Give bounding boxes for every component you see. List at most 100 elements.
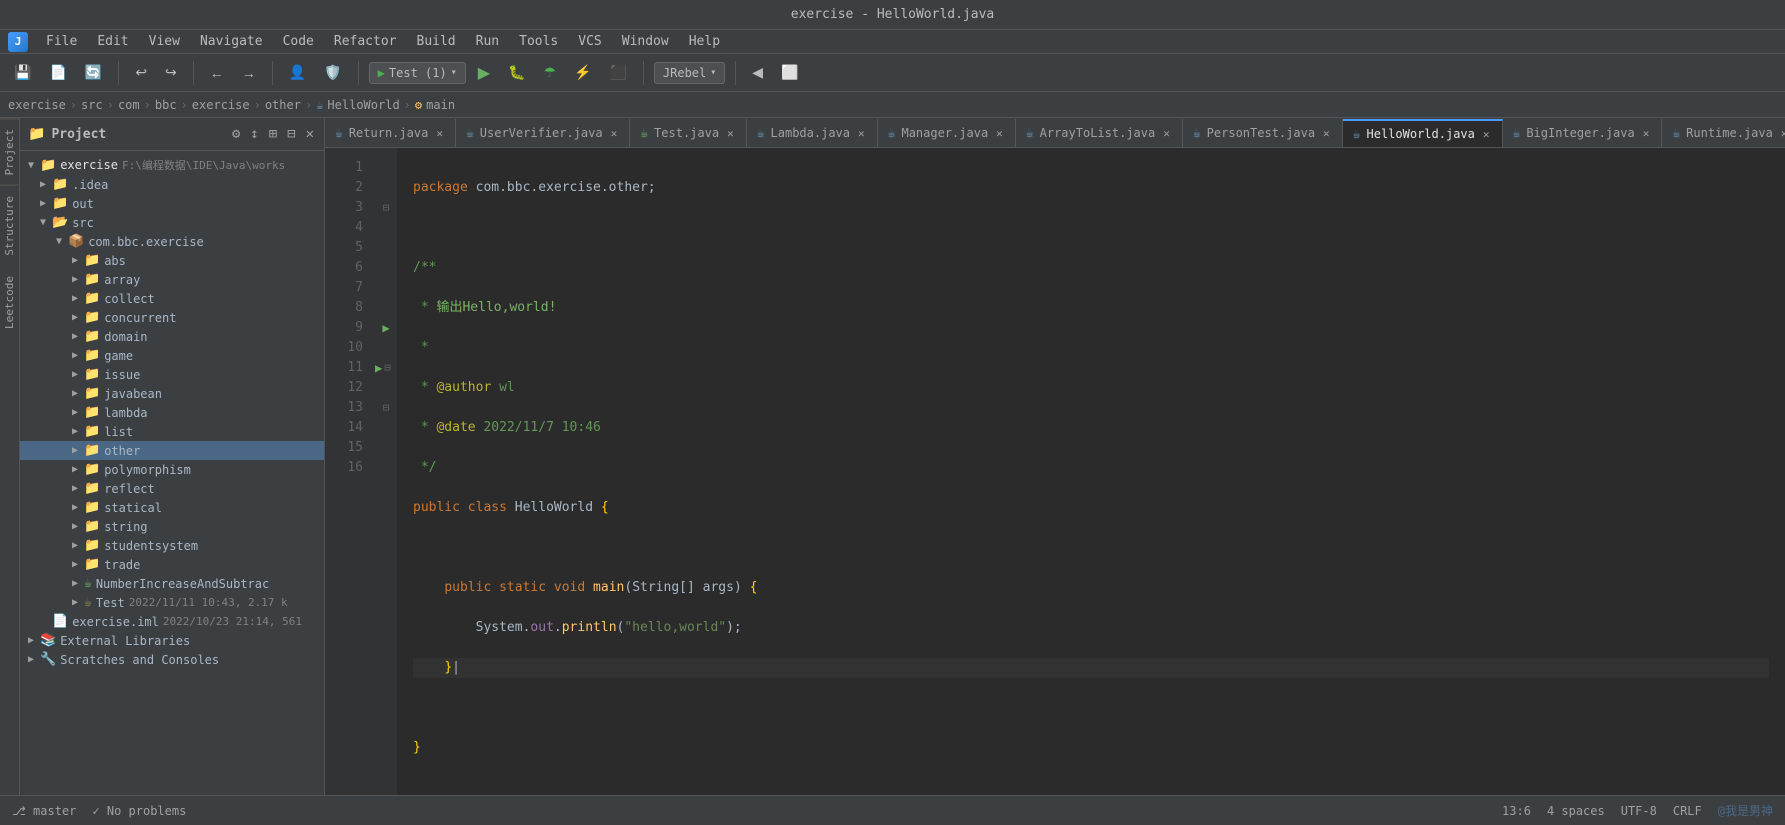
tree-polymorphism[interactable]: ▶ 📁 polymorphism (20, 460, 324, 479)
status-position[interactable]: 13:6 (1502, 804, 1531, 818)
tab-arraytolist-java[interactable]: ☕ ArrayToList.java ✕ (1016, 119, 1183, 147)
debug-button[interactable]: 🐛 (502, 60, 531, 85)
menu-view[interactable]: View (141, 32, 188, 51)
tab-return-java[interactable]: ☕ Return.java ✕ (325, 119, 456, 147)
tab-persontest-close[interactable]: ✕ (1321, 127, 1332, 140)
back-button[interactable]: ← (204, 61, 230, 85)
tree-concurrent[interactable]: ▶ 📁 concurrent (20, 308, 324, 327)
tree-trade[interactable]: ▶ 📁 trade (20, 555, 324, 574)
next-occurrence-button[interactable]: ⬜ (775, 60, 804, 85)
jrebel-dropdown[interactable]: JRebel ▾ (654, 62, 725, 84)
status-indent[interactable]: 4 spaces (1547, 804, 1605, 818)
tab-manager-close[interactable]: ✕ (994, 127, 1005, 140)
leetcode-tab[interactable]: Leetcode (0, 266, 19, 339)
tab-helloworld-java[interactable]: ☕ HelloWorld.java ✕ (1343, 119, 1503, 147)
save-button[interactable]: 💾 (8, 60, 37, 85)
menu-navigate[interactable]: Navigate (192, 32, 271, 51)
tree-list[interactable]: ▶ 📁 list (20, 422, 324, 441)
status-line-separator[interactable]: CRLF (1673, 804, 1702, 818)
bc-bbc[interactable]: bbc (155, 98, 177, 112)
synchronize-button[interactable]: 🔄 (79, 60, 108, 85)
tree-abs[interactable]: ▶ 📁 abs (20, 251, 324, 270)
update-project-button[interactable]: 👤 (283, 60, 312, 85)
menu-tools[interactable]: Tools (511, 32, 566, 51)
tree-test[interactable]: ▶ ☕ Test 2022/11/11 10:43, 2.17 k (20, 593, 324, 612)
bc-src[interactable]: src (81, 98, 103, 112)
redo-button[interactable]: ↪ (159, 60, 183, 85)
tab-test-close[interactable]: ✕ (725, 127, 736, 140)
tab-return-close[interactable]: ✕ (434, 127, 445, 140)
tree-idea[interactable]: ▶ 📁 .idea (20, 175, 324, 194)
forward-button[interactable]: → (236, 61, 262, 85)
structure-tab[interactable]: Structure (0, 185, 19, 266)
project-scroll-icon[interactable]: ↕ (248, 124, 260, 144)
tab-arraytolist-close[interactable]: ✕ (1161, 127, 1172, 140)
status-git[interactable]: ⎇ master (12, 804, 76, 818)
tree-lambda[interactable]: ▶ 📁 lambda (20, 403, 324, 422)
tab-biginteger-close[interactable]: ✕ (1641, 127, 1652, 140)
new-file-button[interactable]: 📄 (43, 60, 72, 85)
bc-exercise2[interactable]: exercise (192, 98, 250, 112)
tree-number-increase[interactable]: ▶ ☕ NumberIncreaseAndSubtrac (20, 574, 324, 593)
menu-edit[interactable]: Edit (89, 32, 136, 51)
tab-biginteger-java[interactable]: ☕ BigInteger.java ✕ (1503, 119, 1663, 147)
project-collapse-icon[interactable]: ⊟ (285, 124, 297, 144)
bc-exercise[interactable]: exercise (8, 98, 66, 112)
undo-button[interactable]: ↩ (129, 60, 153, 85)
project-gear-icon[interactable]: ⚙ (230, 124, 242, 144)
stop-button[interactable]: ⬛ (603, 60, 632, 85)
menu-code[interactable]: Code (275, 32, 322, 51)
run-coverage-button[interactable]: ☂ (537, 60, 562, 85)
tab-helloworld-close[interactable]: ✕ (1481, 128, 1492, 141)
tree-statical[interactable]: ▶ 📁 statical (20, 498, 324, 517)
code-editor[interactable]: 1 2 3 4 5 6 7 8 9 10 11 12 13 14 15 16 (325, 148, 1785, 795)
status-encoding[interactable]: UTF-8 (1621, 804, 1657, 818)
tab-userverifier-java[interactable]: ☕ UserVerifier.java ✕ (456, 119, 630, 147)
tab-runtime-java[interactable]: ☕ Runtime.java ✕ (1662, 119, 1785, 147)
menu-file[interactable]: File (38, 32, 85, 51)
tab-userverifier-close[interactable]: ✕ (609, 127, 620, 140)
project-expand-icon[interactable]: ⊞ (267, 124, 279, 144)
profile-button[interactable]: ⚡ (568, 60, 597, 85)
tree-collect[interactable]: ▶ 📁 collect (20, 289, 324, 308)
prev-occurrence-button[interactable]: ◀ (746, 60, 769, 85)
tree-com-bbc-exercise[interactable]: ▼ 📦 com.bbc.exercise (20, 232, 324, 251)
tree-out[interactable]: ▶ 📁 out (20, 194, 324, 213)
status-problems[interactable]: ✓ No problems (92, 804, 186, 818)
project-close-icon[interactable]: ✕ (304, 124, 316, 144)
project-tab[interactable]: Project (0, 118, 19, 185)
tab-test-java[interactable]: ☕ Test.java ✕ (630, 119, 746, 147)
run-config-dropdown[interactable]: ▶ Test (1) ▾ (369, 62, 466, 84)
tree-studentsystem[interactable]: ▶ 📁 studentsystem (20, 536, 324, 555)
tree-game[interactable]: ▶ 📁 game (20, 346, 324, 365)
tree-exercise-iml[interactable]: ▶ 📄 exercise.iml 2022/10/23 21:14, 561 (20, 612, 324, 631)
bc-other[interactable]: other (265, 98, 301, 112)
tree-javabean[interactable]: ▶ 📁 javabean (20, 384, 324, 403)
tree-issue[interactable]: ▶ 📁 issue (20, 365, 324, 384)
tab-persontest-java[interactable]: ☕ PersonTest.java ✕ (1183, 119, 1343, 147)
tree-external-libs[interactable]: ▶ 📚 External Libraries (20, 631, 324, 650)
bc-helloworld[interactable]: HelloWorld (327, 98, 399, 112)
tree-scratches[interactable]: ▶ 🔧 Scratches and Consoles (20, 650, 324, 669)
code-content[interactable]: package com.bbc.exercise.other; /** * 输出… (397, 148, 1785, 795)
menu-refactor[interactable]: Refactor (326, 32, 405, 51)
menu-vcs[interactable]: VCS (570, 32, 609, 51)
tree-string[interactable]: ▶ 📁 string (20, 517, 324, 536)
tab-runtime-close[interactable]: ✕ (1779, 127, 1785, 140)
tree-exercise-root[interactable]: ▼ 📁 exercise F:\编程数据\IDE\Java\works (20, 155, 324, 175)
tab-manager-java[interactable]: ☕ Manager.java ✕ (878, 119, 1016, 147)
tree-src[interactable]: ▼ 📂 src (20, 213, 324, 232)
tab-lambda-java[interactable]: ☕ Lambda.java ✕ (747, 119, 878, 147)
run-with-coverage-button[interactable]: 🛡️ (318, 60, 347, 85)
tree-other[interactable]: ▶ 📁 other (20, 441, 324, 460)
tree-array[interactable]: ▶ 📁 array (20, 270, 324, 289)
tree-reflect[interactable]: ▶ 📁 reflect (20, 479, 324, 498)
menu-window[interactable]: Window (614, 32, 677, 51)
tab-lambda-close[interactable]: ✕ (856, 127, 867, 140)
bc-com[interactable]: com (118, 98, 140, 112)
menu-build[interactable]: Build (409, 32, 464, 51)
tree-domain[interactable]: ▶ 📁 domain (20, 327, 324, 346)
menu-help[interactable]: Help (681, 32, 728, 51)
bc-main[interactable]: main (426, 98, 455, 112)
menu-run[interactable]: Run (468, 32, 507, 51)
